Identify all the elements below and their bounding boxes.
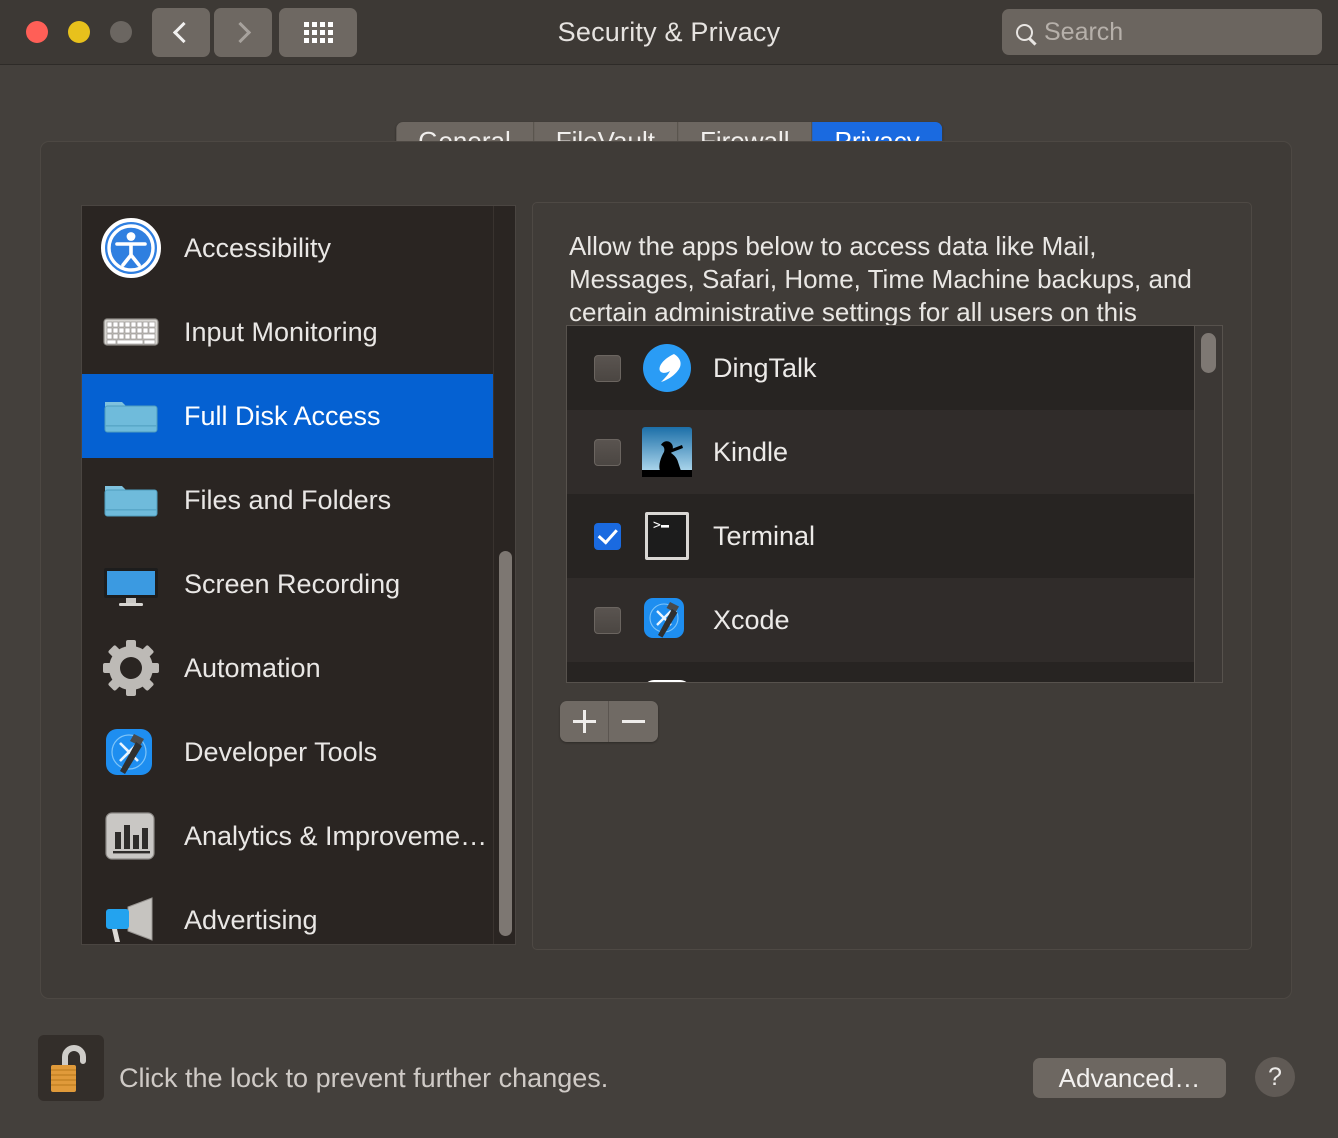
service-sidebar: Accessibility Input Monitoring Full Disk…: [81, 205, 516, 945]
table-row-partial[interactable]: [567, 662, 1222, 682]
app-name: DingTalk: [713, 352, 817, 383]
folder-icon: [100, 469, 162, 531]
xcode-icon: [641, 594, 693, 646]
add-remove-buttons: [560, 701, 658, 742]
megaphone-icon: [100, 889, 162, 944]
table-row[interactable]: Kindle: [567, 410, 1222, 494]
sidebar-item-accessibility[interactable]: Accessibility: [82, 206, 515, 290]
sidebar-item-label: Accessibility: [184, 232, 332, 263]
search-icon: [1016, 23, 1033, 41]
sidebar-item-analytics-and-improvements[interactable]: Analytics & Improveme…: [82, 794, 515, 878]
svg-text:>: >: [653, 518, 661, 533]
sidebar-item-automation[interactable]: Automation: [82, 626, 515, 710]
terminal-icon: >: [641, 510, 693, 562]
gear-icon: [100, 637, 162, 699]
app-list-scrollbar[interactable]: [1194, 326, 1222, 682]
sidebar-item-label: Full Disk Access: [184, 400, 381, 431]
app-checkbox[interactable]: [594, 522, 621, 550]
app-checkbox[interactable]: [594, 354, 621, 382]
lock-message: Click the lock to prevent further change…: [119, 1063, 609, 1093]
table-row[interactable]: Xcode: [567, 578, 1222, 662]
accessibility-icon: [100, 217, 162, 279]
preferences-panel: Accessibility Input Monitoring Full Disk…: [40, 141, 1292, 999]
privacy-description: Allow the apps below to access data like…: [569, 231, 1192, 327]
app-name: Xcode: [713, 604, 790, 635]
app-list-scrollbar-thumb[interactable]: [1201, 333, 1216, 373]
table-row[interactable]: DingTalk: [567, 326, 1222, 410]
kindle-icon: [641, 426, 693, 478]
display-icon: [100, 553, 162, 615]
sidebar-item-label: Advertising: [184, 904, 318, 935]
dingtalk-icon: [641, 342, 693, 394]
xcode-hammer-icon: [100, 721, 162, 783]
remove-app-button[interactable]: [609, 701, 658, 742]
search-field[interactable]: Search: [1002, 9, 1322, 55]
sidebar-item-label: Files and Folders: [184, 484, 392, 515]
app-checkbox[interactable]: [594, 438, 621, 466]
advanced-button[interactable]: Advanced…: [1033, 1058, 1226, 1098]
help-button[interactable]: ?: [1255, 1057, 1295, 1097]
lock-button[interactable]: [38, 1035, 104, 1101]
sidebar-item-input-monitoring[interactable]: Input Monitoring: [82, 290, 515, 374]
sidebar-item-files-and-folders[interactable]: Files and Folders: [82, 458, 515, 542]
sidebar-item-label: Developer Tools: [184, 736, 378, 767]
add-app-button[interactable]: [560, 701, 609, 742]
app-name: Kindle: [713, 436, 789, 467]
sidebar-item-advertising[interactable]: Advertising: [82, 878, 515, 944]
window-titlebar: Security & Privacy Search: [0, 0, 1338, 65]
sidebar-item-full-disk-access[interactable]: Full Disk Access: [82, 374, 515, 458]
app-checkbox[interactable]: [594, 606, 621, 634]
sidebar-item-label: Screen Recording: [184, 568, 401, 599]
folder-icon: [100, 385, 162, 447]
detail-pane: Allow the apps below to access data like…: [532, 202, 1252, 950]
sidebar-scrollbar-thumb[interactable]: [499, 551, 512, 936]
sidebar-item-label: Analytics & Improveme…: [184, 820, 488, 851]
bar-chart-icon: [100, 805, 162, 867]
sidebar-item-developer-tools[interactable]: Developer Tools: [82, 710, 515, 794]
sidebar-item-label: Automation: [184, 652, 321, 683]
search-placeholder: Search: [1044, 17, 1124, 46]
sidebar-item-screen-recording[interactable]: Screen Recording: [82, 542, 515, 626]
app-permission-list: DingTalk Kindle > Terminal Xcode: [566, 325, 1223, 683]
sidebar-scrollbar[interactable]: [493, 206, 515, 944]
keyboard-icon: [100, 301, 162, 363]
partial-app-icon: [641, 678, 693, 682]
app-name: Terminal: [713, 520, 816, 551]
sidebar-item-label: Input Monitoring: [184, 316, 378, 347]
minus-icon: [622, 720, 645, 723]
table-row[interactable]: > Terminal: [567, 494, 1222, 578]
